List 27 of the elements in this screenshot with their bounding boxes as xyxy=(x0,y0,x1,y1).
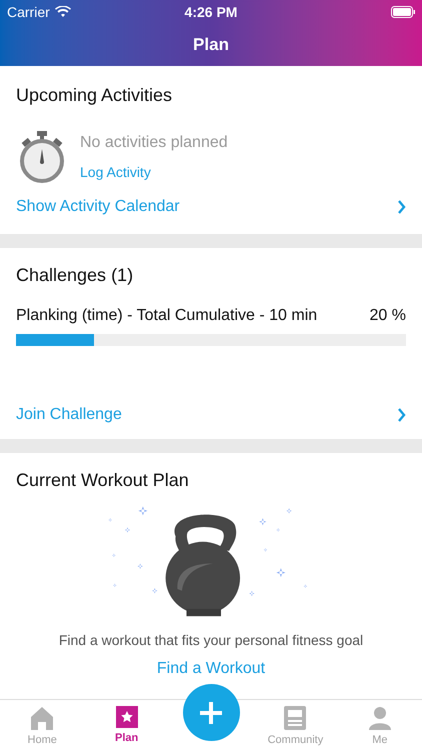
find-workout-link[interactable]: Find a Workout xyxy=(156,657,266,681)
home-icon xyxy=(30,706,54,730)
tab-item[interactable]: Me xyxy=(338,700,422,750)
person-icon xyxy=(368,706,392,730)
clock-label: 4:26 PM xyxy=(184,2,238,22)
challenge-percent: 20 % xyxy=(370,306,406,326)
workout-description: Find a workout that fits your personal fitness goal xyxy=(58,631,364,650)
battery-icon xyxy=(391,6,415,18)
join-challenge-link[interactable]: Join Challenge xyxy=(16,403,122,427)
chevron-right-icon xyxy=(397,200,406,214)
tab-item[interactable]: Plan xyxy=(84,700,169,750)
carrier-label: Carrier xyxy=(7,2,50,22)
challenge-name: Planking (time) - Total Cumulative - 10 min xyxy=(16,306,318,326)
document-icon xyxy=(284,706,306,730)
stopwatch-icon xyxy=(18,131,66,183)
section-title: Upcoming Activities xyxy=(16,84,174,107)
plus-icon xyxy=(200,702,222,724)
tab-item[interactable]: Community xyxy=(253,700,338,750)
tab-item[interactable]: Home xyxy=(0,700,84,750)
empty-state-text: No activities planned xyxy=(80,133,228,153)
wifi-icon xyxy=(54,6,71,18)
chevron-right-icon xyxy=(397,408,406,422)
screen-title: Plan xyxy=(193,34,229,56)
show-calendar-link[interactable]: Show Activity Calendar xyxy=(16,195,180,219)
log-activity-link[interactable]: Log Activity xyxy=(80,162,151,183)
section-title: Challenges (1) xyxy=(16,264,134,287)
section-title: Current Workout Plan xyxy=(16,469,190,492)
